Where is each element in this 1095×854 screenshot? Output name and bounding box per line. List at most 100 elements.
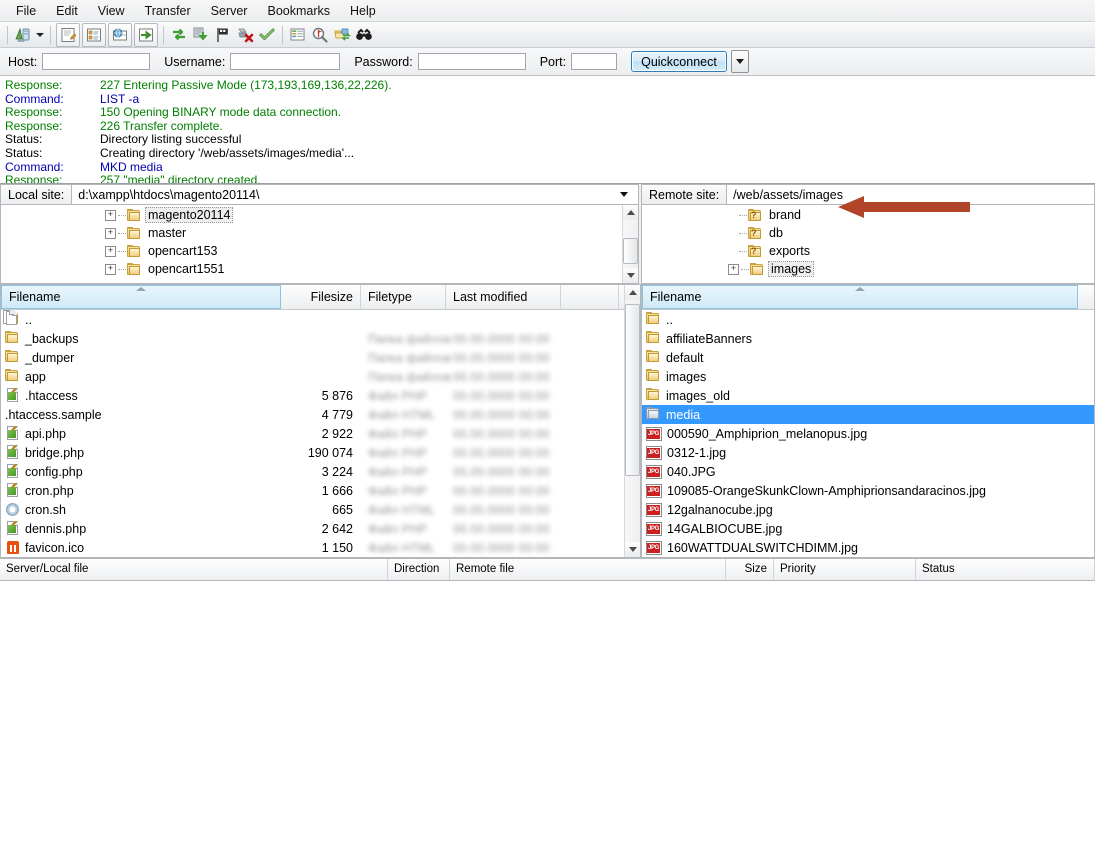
tree-item[interactable]: + images (642, 260, 1094, 278)
port-input[interactable] (571, 53, 618, 70)
reconnect-icon[interactable] (256, 24, 278, 46)
scroll-up-icon[interactable] (623, 205, 638, 220)
toggle-remote-tree-icon[interactable] (108, 22, 132, 47)
local-site-dropdown-icon[interactable] (616, 192, 632, 197)
queue-column-status[interactable]: Status (916, 558, 1095, 580)
process-queue-icon[interactable] (190, 24, 212, 46)
tree-expand-icon[interactable]: + (105, 209, 116, 221)
tree-item[interactable]: + opencart1551 (1, 260, 622, 278)
remote-file-row[interactable]: JPG 000590_Amphiprion_melanopus.jpg (642, 424, 1094, 443)
local-file-row[interactable]: .htaccess 5 876 Файл PHP 00.00.0000 00:00 (1, 386, 624, 405)
tree-item[interactable]: + master (1, 224, 622, 242)
local-site-path-input[interactable]: d:\xampp\htdocs\magento20114\ (71, 184, 639, 205)
remote-file-row[interactable]: JPG 160WATTDUALSWITCHDIMM.jpg (642, 538, 1094, 557)
local-file-row[interactable]: _dumper Папка файлов 00.00.0000 00:00 (1, 348, 624, 367)
host-input[interactable] (42, 53, 151, 70)
quickconnect-dropdown-icon[interactable] (730, 50, 749, 73)
scroll-thumb[interactable] (623, 238, 638, 264)
scroll-up-icon[interactable] (625, 285, 640, 300)
remote-file-row[interactable]: media (642, 405, 1094, 424)
remote-file-row[interactable]: default (642, 348, 1094, 367)
scroll-track[interactable] (625, 300, 640, 542)
tree-item[interactable]: ? db (642, 224, 1094, 242)
remote-directory-tree[interactable]: ? brand? db? exports + images (641, 205, 1095, 284)
local-list-scrollbar[interactable] (624, 285, 640, 557)
local-file-row[interactable]: dennis.php 2 642 Файл PHP 00.00.0000 00:00 (1, 519, 624, 538)
tree-expand-icon[interactable]: + (105, 263, 116, 275)
queue-column-size[interactable]: Size (726, 558, 774, 580)
cancel-operation-icon[interactable] (212, 24, 234, 46)
local-file-row[interactable]: .htaccess.sample 4 779 Файл HTML 00.00.0000… (1, 310, 624, 424)
username-input[interactable] (230, 53, 341, 70)
local-file-row[interactable]: .. (1, 310, 624, 329)
disconnect-icon[interactable] (234, 24, 256, 46)
queue-column-direction[interactable]: Direction (388, 558, 450, 580)
toggle-transfer-queue-icon[interactable] (134, 22, 158, 47)
find-files-icon[interactable] (353, 24, 375, 46)
remote-file-list[interactable]: Filename .. affiliateBanners default images… (641, 284, 1095, 558)
quickconnect-button[interactable]: Quickconnect (631, 51, 727, 72)
remote-list-rows[interactable]: .. affiliateBanners default images images_ol… (642, 310, 1094, 557)
column-header-blank[interactable] (561, 285, 619, 309)
compare-directories-icon[interactable] (309, 24, 331, 46)
transfer-queue-headers[interactable]: Server/Local file Direction Remote file Siz… (0, 557, 1095, 581)
local-file-row[interactable]: api.php 2 922 Файл PHP 00.00.0000 00:00 (1, 424, 624, 443)
scroll-thumb[interactable] (625, 304, 640, 476)
local-file-row[interactable]: cron.sh 665 Файл HTML 00.00.0000 00:00 (1, 500, 624, 519)
local-list-column-headers[interactable]: Filename Filesize Filetype Last modified (1, 285, 624, 310)
remote-file-row[interactable]: .. (642, 310, 1094, 329)
toggle-message-log-icon[interactable] (56, 22, 80, 47)
tree-expand-icon[interactable]: + (728, 263, 739, 275)
menu-item-transfer[interactable]: Transfer (135, 2, 201, 20)
tree-expand-icon[interactable]: + (105, 245, 116, 257)
menu-item-edit[interactable]: Edit (46, 2, 88, 20)
tree-item[interactable]: ? exports (642, 242, 1094, 260)
remote-file-row[interactable]: JPG 14GALBIOCUBE.jpg (642, 519, 1094, 538)
column-header-filesize[interactable]: Filesize (281, 285, 361, 309)
local-file-row[interactable]: app Папка файлов 00.00.0000 00:00 (1, 367, 624, 386)
column-header-filename[interactable]: Filename (1, 285, 281, 309)
remote-file-row[interactable]: images (642, 367, 1094, 386)
tree-item[interactable]: + magento20114 (1, 206, 622, 224)
tree-item[interactable]: ? brand (642, 206, 1094, 224)
synchronized-browsing-icon[interactable] (331, 24, 353, 46)
queue-column-server-local-file[interactable]: Server/Local file (0, 558, 388, 580)
menu-item-view[interactable]: View (88, 2, 135, 20)
remote-file-row[interactable]: affiliateBanners (642, 329, 1094, 348)
scroll-down-icon[interactable] (625, 541, 640, 557)
menu-item-bookmarks[interactable]: Bookmarks (257, 2, 340, 20)
remote-site-path-input[interactable]: /web/assets/images (726, 184, 1095, 205)
local-file-row[interactable]: favicon.ico 1 150 Файл HTML 00.00.0000 00:0… (1, 538, 624, 557)
scroll-down-icon[interactable] (623, 268, 638, 283)
transfer-queue-body[interactable] (0, 580, 1095, 854)
remote-file-row[interactable]: JPG 109085-OrangeSkunkClown-Amphiprionsan… (642, 481, 1094, 500)
refresh-icon[interactable] (168, 24, 190, 46)
tree-expand-icon[interactable]: + (105, 227, 116, 239)
remote-file-row[interactable]: JPG 12galnanocube.jpg (642, 500, 1094, 519)
local-directory-tree[interactable]: + magento20114 + master + opencart153 + opencar… (0, 205, 639, 284)
menu-item-help[interactable]: Help (340, 2, 386, 20)
column-header-last-modified[interactable]: Last modified (446, 285, 561, 309)
menu-item-server[interactable]: Server (201, 2, 258, 20)
remote-list-column-headers[interactable]: Filename (642, 285, 1094, 310)
menu-item-file[interactable]: File (6, 2, 46, 20)
queue-column-remote-file[interactable]: Remote file (450, 558, 726, 580)
remote-file-row[interactable]: JPG 040.JPG (642, 462, 1094, 481)
column-header-filetype[interactable]: Filetype (361, 285, 446, 309)
filter-icon[interactable] (287, 24, 309, 46)
queue-column-priority[interactable]: Priority (774, 558, 916, 580)
local-tree-scrollbar[interactable] (622, 205, 638, 283)
message-log[interactable]: Response: 227 Entering Passive Mode (173,… (0, 76, 1095, 184)
column-header-filename[interactable]: Filename (642, 285, 1078, 309)
local-file-row[interactable]: _backups Папка файлов 00.00.0000 00:00 (1, 329, 624, 348)
tree-item[interactable]: + opencart153 (1, 242, 622, 260)
password-input[interactable] (417, 53, 526, 70)
local-file-row[interactable]: cron.php 1 666 Файл PHP 00.00.0000 00:00 (1, 481, 624, 500)
local-list-rows[interactable]: .. _backups Папка файлов 00.00.0000 00:00 _d… (1, 310, 624, 557)
site-manager-dropdown-icon[interactable] (34, 24, 46, 46)
remote-file-row[interactable]: JPG 0312-1.jpg (642, 443, 1094, 462)
remote-file-row[interactable]: images_old (642, 386, 1094, 405)
local-file-row[interactable]: bridge.php 190 074 Файл PHP 00.00.0000 00:0… (1, 443, 624, 462)
site-manager-icon[interactable] (12, 24, 34, 46)
local-file-row[interactable]: config.php 3 224 Файл PHP 00.00.0000 00:00 (1, 462, 624, 481)
